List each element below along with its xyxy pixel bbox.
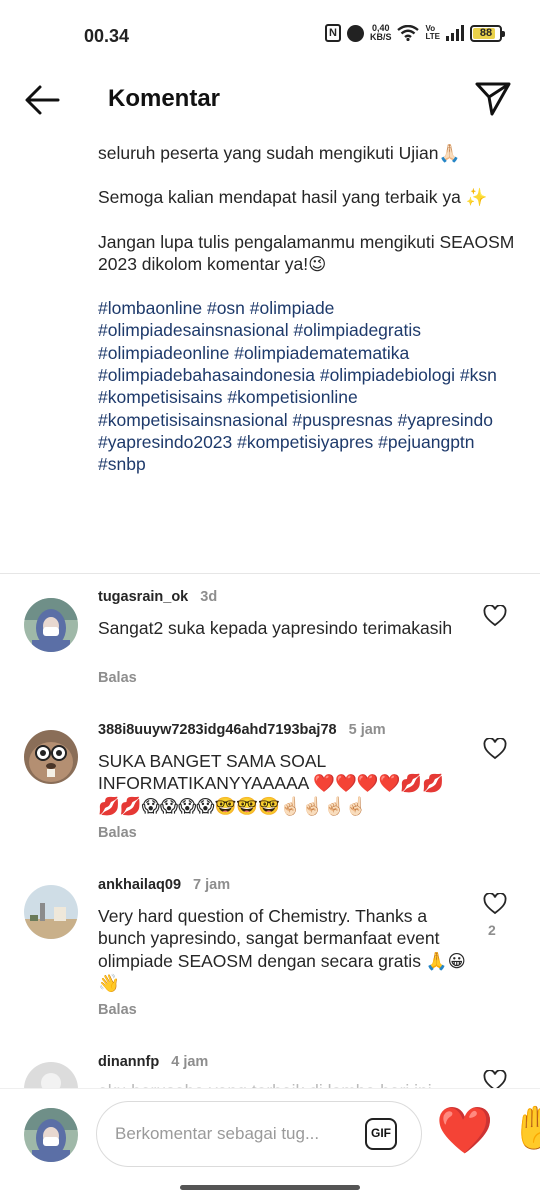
comment-meta: tugasrain_ok 3d — [98, 589, 217, 605]
comment-time: 4 jam — [171, 1054, 209, 1070]
battery-icon: 88 — [470, 24, 505, 42]
paper-plane-icon[interactable] — [474, 80, 512, 118]
status-bar: 00.34 N 0,40 KB/S Vo LTE 88 — [0, 0, 540, 72]
comment-composer: GIF ❤️ ✋ — [0, 1088, 540, 1200]
wifi-icon — [397, 25, 420, 41]
comment-username[interactable]: ankhailaq09 — [98, 877, 181, 893]
comment-time: 7 jam — [193, 877, 231, 893]
comment-text: SUKA BANGET SAMA SOAL INFORMATIKANYYAAAA… — [98, 751, 444, 816]
wave-emoji-button[interactable]: ✋ — [510, 1103, 540, 1153]
caption-paragraph: Jangan lupa tulis pengalamanmu mengikuti… — [98, 231, 515, 274]
comment-input[interactable] — [115, 1102, 355, 1166]
status-time: 00.34 — [84, 26, 130, 46]
caption-paragraph: seluruh peserta yang sudah mengikuti Uji… — [98, 143, 461, 163]
comment-meta: 388i8uuyw7283idg46ahd7193baj78 5 jam — [98, 722, 386, 738]
network-speed-unit: KB/S — [369, 32, 392, 42]
caption-hashtags[interactable]: #lombaonline #osn #olimpiade #olimpiades… — [98, 297, 518, 475]
comment-time: 3d — [200, 589, 218, 605]
divider — [0, 573, 540, 574]
page-title: Komentar — [108, 85, 221, 112]
back-arrow-icon[interactable] — [22, 82, 62, 118]
heart-outline-icon[interactable] — [483, 893, 507, 915]
home-indicator[interactable] — [180, 1185, 360, 1190]
heart-outline-icon[interactable] — [483, 738, 507, 760]
nfc-icon: N — [324, 24, 341, 42]
comment-input-wrapper: GIF — [96, 1101, 422, 1167]
post-caption: seluruh peserta yang sudah mengikuti Uji… — [98, 142, 518, 476]
gif-button[interactable]: GIF — [365, 1118, 397, 1150]
avatar — [24, 1108, 78, 1162]
volte-bottom: LTE — [425, 32, 440, 41]
alarm-icon — [346, 24, 364, 42]
comment-username[interactable]: dinannfp — [98, 1054, 159, 1070]
heart-emoji-button[interactable]: ❤️ — [436, 1105, 493, 1155]
reply-button[interactable]: Balas — [98, 1002, 137, 1018]
network-speed: 0,40 KB/S — [370, 24, 392, 42]
signal-icon — [446, 25, 464, 41]
reply-button[interactable]: Balas — [98, 670, 137, 686]
comment-username[interactable]: 388i8uuyw7283idg46ahd7193baj78 — [98, 722, 337, 738]
battery-level: 88 — [479, 26, 493, 39]
comment-meta: ankhailaq09 7 jam — [98, 877, 230, 893]
heart-outline-icon[interactable] — [483, 605, 507, 627]
avatar[interactable] — [24, 885, 78, 939]
comment-meta: dinannfp 4 jam — [98, 1054, 208, 1070]
reply-button[interactable]: Balas — [98, 825, 137, 841]
volte-indicator: Vo LTE — [425, 25, 440, 41]
comment-time: 5 jam — [348, 722, 386, 738]
comment-username[interactable]: tugasrain_ok — [98, 589, 188, 605]
header: Komentar — [0, 72, 540, 128]
like-count: 2 — [488, 922, 496, 938]
avatar[interactable] — [24, 598, 78, 652]
status-icons: N 0,40 KB/S Vo LTE 88 — [324, 24, 505, 42]
comment-text: Very hard question of Chemistry. Thanks … — [98, 906, 466, 993]
avatar[interactable] — [24, 730, 78, 784]
caption-paragraph: Semoga kalian mendapat hasil yang terbai… — [98, 187, 488, 208]
comment-text: Sangat2 suka kepada yapresindo terimakas… — [98, 618, 453, 638]
